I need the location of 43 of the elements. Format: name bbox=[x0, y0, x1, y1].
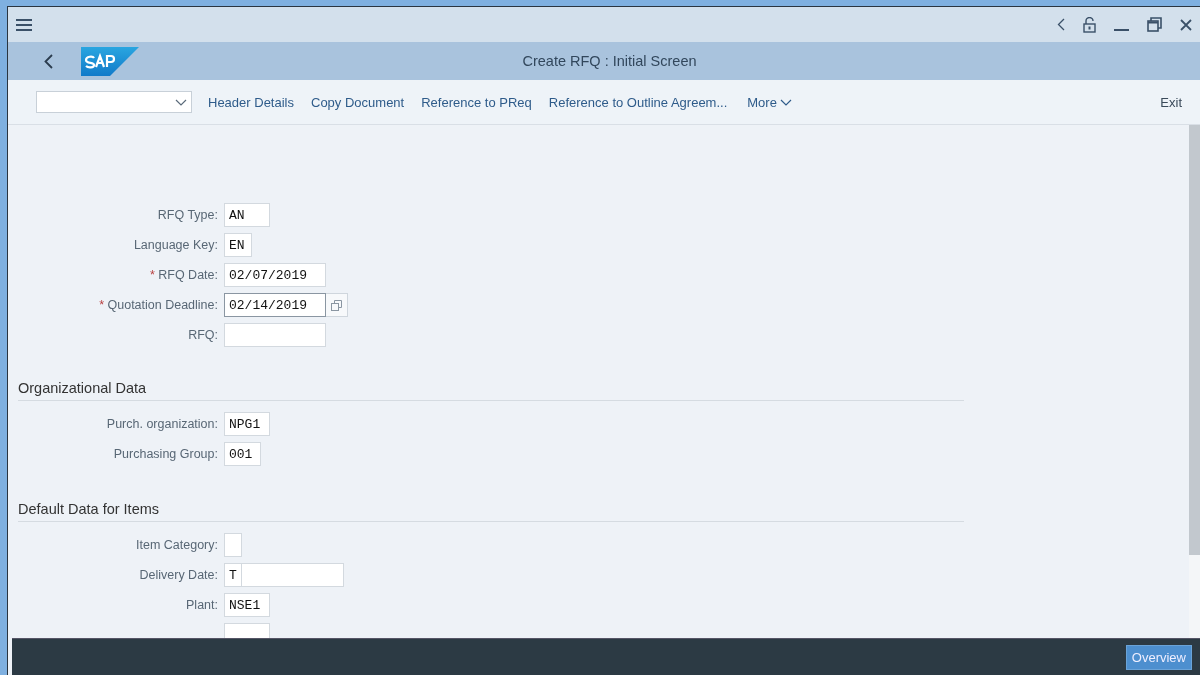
section-title: Default Data for Items bbox=[18, 488, 964, 522]
toolbar-button[interactable]: Header Details bbox=[208, 94, 294, 110]
input-field[interactable]: 001 bbox=[224, 442, 261, 466]
section-title: Organizational Data bbox=[18, 367, 964, 401]
logo-icon bbox=[81, 46, 139, 76]
menu-icon[interactable] bbox=[16, 18, 32, 31]
lock-icon[interactable] bbox=[1083, 16, 1096, 33]
input-field[interactable]: AN bbox=[224, 203, 270, 227]
input-field[interactable] bbox=[224, 533, 242, 557]
input-field[interactable] bbox=[242, 563, 344, 587]
field-label: Purch. organization: bbox=[105, 417, 219, 431]
dropdown-field[interactable] bbox=[36, 91, 192, 113]
input-field[interactable]: T bbox=[224, 563, 242, 587]
field-label: Delivery Date: bbox=[138, 568, 219, 582]
restore-icon[interactable] bbox=[1147, 17, 1162, 32]
field-label: RFQ Type: bbox=[156, 208, 219, 222]
window-title: Create RFQ : Initial Screen bbox=[521, 53, 698, 69]
field-label: Language Key: bbox=[132, 238, 219, 252]
close-icon[interactable] bbox=[1180, 18, 1192, 31]
chevron-icon bbox=[175, 98, 187, 106]
input-field[interactable]: NSE1 bbox=[224, 593, 270, 617]
scrollbar-thumb[interactable] bbox=[1189, 125, 1200, 555]
toolbar-button[interactable]: Reference to PReq bbox=[421, 94, 532, 110]
value-help-button[interactable] bbox=[326, 293, 348, 317]
copy-icon bbox=[331, 299, 342, 311]
input-field[interactable]: 02/07/2019 bbox=[224, 263, 326, 287]
field-label: * Quotation Deadline: bbox=[98, 298, 219, 312]
back-icon[interactable] bbox=[1057, 18, 1065, 31]
exit-button[interactable]: Exit bbox=[1160, 94, 1182, 110]
input-field[interactable]: NPG1 bbox=[224, 412, 270, 436]
input-field[interactable] bbox=[224, 323, 326, 347]
field-label: Item Category: bbox=[135, 538, 219, 552]
input-field[interactable]: EN bbox=[224, 233, 252, 257]
toolbar-button[interactable]: Reference to Outline Agreem... bbox=[548, 94, 728, 110]
more-button[interactable]: More bbox=[747, 94, 792, 110]
field-label: RFQ: bbox=[187, 328, 219, 342]
field-label: * RFQ Date: bbox=[148, 268, 219, 282]
back-icon[interactable] bbox=[44, 53, 53, 69]
field-label: Purchasing Group: bbox=[112, 447, 219, 461]
toolbar-button[interactable]: Copy Document bbox=[311, 94, 405, 110]
chevron-icon bbox=[779, 98, 792, 106]
date-field[interactable]: 02/14/2019 bbox=[224, 293, 326, 317]
field-label: Plant: bbox=[185, 598, 219, 612]
